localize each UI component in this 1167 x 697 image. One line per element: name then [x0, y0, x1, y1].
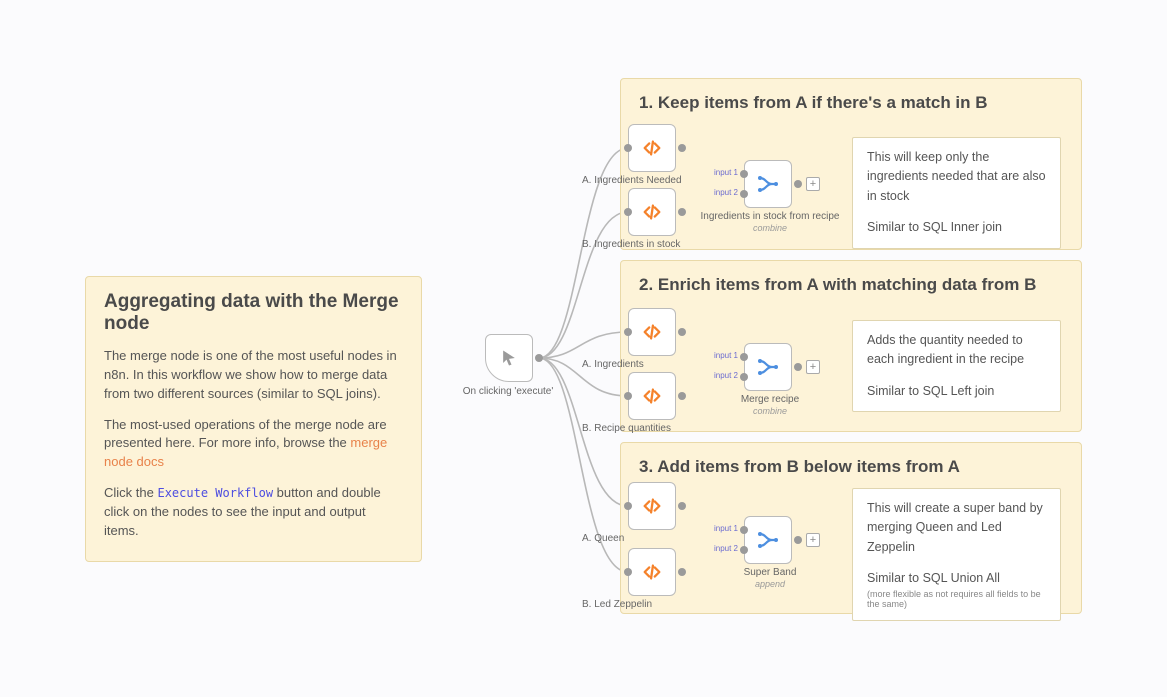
section2-in2-label: input 2: [708, 371, 738, 380]
section2-b-output-port[interactable]: [678, 392, 686, 400]
section2-merge-out-port[interactable]: [794, 363, 802, 371]
section2-merge-in1-port[interactable]: [740, 353, 748, 361]
section3-merge-node[interactable]: [744, 516, 792, 564]
section3-note: This will create a super band by merging…: [852, 488, 1061, 621]
section3-merge-name: Super Band: [744, 567, 797, 578]
section2-a-output-port[interactable]: [678, 328, 686, 336]
intro-p1: The merge node is one of the most useful…: [104, 347, 403, 404]
section1-merge-sub: combine: [753, 223, 787, 233]
section1-node-a[interactable]: [628, 124, 676, 172]
section3-a-label: A. Queen: [582, 533, 702, 545]
section1-b-label: B. Ingredients in stock: [582, 239, 702, 251]
cursor-icon: [499, 348, 519, 368]
section3-merge-in2-port[interactable]: [740, 546, 748, 554]
section3-a-input-port[interactable]: [624, 502, 632, 510]
section1-a-input-port[interactable]: [624, 144, 632, 152]
code-icon: [641, 495, 663, 517]
section3-merge-sub: append: [755, 579, 785, 589]
section3-node-b[interactable]: [628, 548, 676, 596]
section2-a-input-port[interactable]: [624, 328, 632, 336]
section1-b-input-port[interactable]: [624, 208, 632, 216]
section1-b-output-port[interactable]: [678, 208, 686, 216]
execute-workflow-code: Execute Workflow: [157, 486, 273, 500]
trigger-node[interactable]: [485, 334, 533, 382]
intro-p2-text: The most-used operations of the merge no…: [104, 417, 387, 451]
intro-p3-a: Click the: [104, 485, 157, 500]
merge-icon: [756, 528, 780, 552]
section1-note-b: Similar to SQL Inner join: [867, 218, 1046, 237]
section3-merge-out-port[interactable]: [794, 536, 802, 544]
section3-merge-in1-port[interactable]: [740, 526, 748, 534]
section2-title: 2. Enrich items from A with matching dat…: [639, 275, 1063, 295]
section2-note-b: Similar to SQL Left join: [867, 382, 1046, 401]
section3-title: 3. Add items from B below items from A: [639, 457, 1063, 477]
section3-note-a: This will create a super band by merging…: [867, 499, 1046, 557]
section2-merge-sub: combine: [753, 406, 787, 416]
intro-p3: Click the Execute Workflow button and do…: [104, 484, 403, 541]
merge-icon: [756, 355, 780, 379]
section2-note: Adds the quantity needed to each ingredi…: [852, 320, 1061, 412]
section3-b-input-port[interactable]: [624, 568, 632, 576]
section2-merge-node[interactable]: [744, 343, 792, 391]
trigger-label: On clicking 'execute': [438, 386, 578, 398]
intro-p2: The most-used operations of the merge no…: [104, 416, 403, 473]
section1-merge-out-port[interactable]: [794, 180, 802, 188]
section1-node-b[interactable]: [628, 188, 676, 236]
section2-node-a[interactable]: [628, 308, 676, 356]
section3-b-label: B. Led Zeppelin: [582, 599, 702, 611]
section3-add-node-button[interactable]: +: [806, 533, 820, 547]
section3-in2-label: input 2: [708, 544, 738, 553]
code-icon: [641, 201, 663, 223]
intro-title: Aggregating data with the Merge node: [104, 291, 403, 335]
code-icon: [641, 561, 663, 583]
section2-note-a: Adds the quantity needed to each ingredi…: [867, 331, 1046, 370]
section3-in1-label: input 1: [708, 524, 738, 533]
section3-node-a[interactable]: [628, 482, 676, 530]
section3-a-output-port[interactable]: [678, 502, 686, 510]
section2-add-node-button[interactable]: +: [806, 360, 820, 374]
merge-icon: [756, 172, 780, 196]
section3-merge-label: Super Band append: [700, 567, 840, 591]
section1-a-label: A. Ingredients Needed: [582, 175, 702, 187]
section1-merge-label: Ingredients in stock from recipe combine: [700, 211, 840, 235]
section2-b-label: B. Recipe quantities: [582, 423, 702, 435]
code-icon: [641, 321, 663, 343]
section3-note-c: (more flexible as not requires all field…: [867, 589, 1046, 611]
code-icon: [641, 385, 663, 407]
section3-note-b: Similar to SQL Union All: [867, 569, 1046, 588]
section1-merge-in2-port[interactable]: [740, 190, 748, 198]
section2-node-b[interactable]: [628, 372, 676, 420]
section2-merge-in2-port[interactable]: [740, 373, 748, 381]
section1-in2-label: input 2: [708, 188, 738, 197]
section1-add-node-button[interactable]: +: [806, 177, 820, 191]
section2-merge-label: Merge recipe combine: [700, 394, 840, 418]
code-icon: [641, 137, 663, 159]
section1-title: 1. Keep items from A if there's a match …: [639, 93, 1063, 113]
section2-in1-label: input 1: [708, 351, 738, 360]
section1-in1-label: input 1: [708, 168, 738, 177]
section2-b-input-port[interactable]: [624, 392, 632, 400]
section1-note: This will keep only the ingredients need…: [852, 137, 1061, 249]
intro-sticky: Aggregating data with the Merge node The…: [85, 276, 422, 562]
trigger-output-port[interactable]: [535, 354, 543, 362]
section2-a-label: A. Ingredients: [582, 359, 702, 371]
section3-b-output-port[interactable]: [678, 568, 686, 576]
section2-merge-name: Merge recipe: [741, 394, 799, 405]
section1-a-output-port[interactable]: [678, 144, 686, 152]
section1-merge-name: Ingredients in stock from recipe: [701, 211, 840, 222]
section1-merge-node[interactable]: [744, 160, 792, 208]
section1-merge-in1-port[interactable]: [740, 170, 748, 178]
section1-note-a: This will keep only the ingredients need…: [867, 148, 1046, 206]
